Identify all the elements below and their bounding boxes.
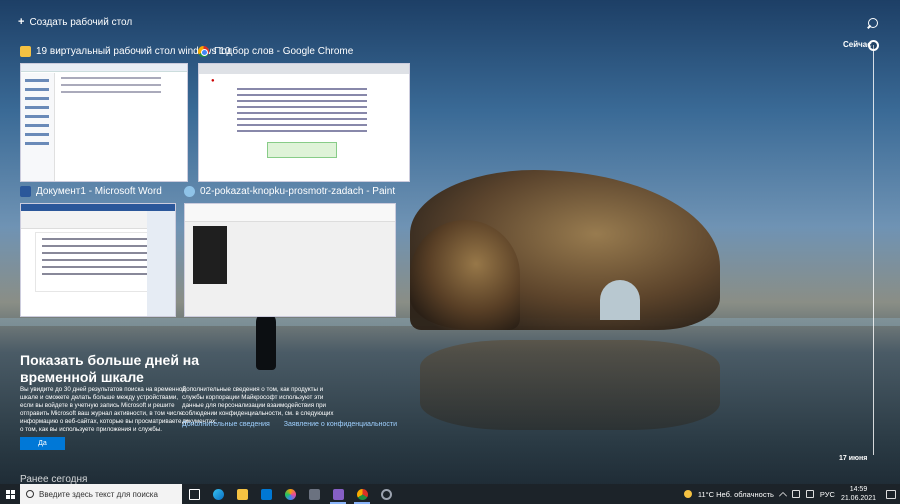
more-info-link[interactable]: Дополнительные сведения xyxy=(182,421,270,428)
window-thumbnail-chrome[interactable]: Подбор слов - Google Chrome ● xyxy=(198,44,410,182)
window-title: Подбор слов - Google Chrome xyxy=(214,45,354,57)
wallpaper-reflection xyxy=(420,340,720,430)
wallpaper-rock-small xyxy=(410,220,520,330)
clock[interactable]: 14:59 21.06.2021 xyxy=(841,485,876,503)
promo-text: Вы увидите до 30 дней результатов поиска… xyxy=(20,386,189,434)
windows-logo-icon xyxy=(5,489,15,499)
file-explorer-icon[interactable] xyxy=(230,484,254,504)
window-preview: ● xyxy=(198,63,410,182)
weather-text[interactable]: 11°C Неб. облачность xyxy=(698,490,774,499)
window-title: 02-pokazat-knopku-prosmotr-zadach - Pain… xyxy=(200,185,396,197)
privacy-link[interactable]: Заявление о конфиденциальности xyxy=(284,421,397,428)
yes-button[interactable]: Да xyxy=(20,437,65,450)
volume-icon[interactable] xyxy=(805,490,814,498)
promo-links: Дополнительные сведения Заявление о конф… xyxy=(182,421,397,428)
new-desktop-button[interactable]: + Создать рабочий стол xyxy=(18,16,132,28)
promo-title: Показать больше дней на временной шкале xyxy=(20,352,200,385)
edge-icon[interactable] xyxy=(206,484,230,504)
window-preview xyxy=(184,203,396,317)
window-preview xyxy=(20,63,188,182)
window-thumbnail-word[interactable]: Документ1 - Microsoft Word xyxy=(20,184,176,317)
folder-icon xyxy=(20,45,31,57)
timeline-scrollbar[interactable] xyxy=(873,45,874,455)
site-logo-icon: ● xyxy=(211,78,215,84)
task-view-icon[interactable] xyxy=(182,484,206,504)
paint-icon xyxy=(184,185,195,197)
clock-time: 14:59 xyxy=(849,486,868,493)
timeline-scroll-handle[interactable] xyxy=(868,40,879,51)
new-desktop-label: Создать рабочий стол xyxy=(29,16,133,28)
weather-icon[interactable] xyxy=(683,490,692,498)
search-input[interactable] xyxy=(39,489,179,499)
visual-studio-icon[interactable] xyxy=(326,484,350,504)
window-thumbnail-paint[interactable]: 02-pokazat-knopku-prosmotr-zadach - Pain… xyxy=(184,184,396,317)
chrome-icon xyxy=(198,45,209,57)
window-title: Документ1 - Microsoft Word xyxy=(36,185,162,197)
notification-icon[interactable] xyxy=(886,489,896,499)
wallpaper-runner xyxy=(256,302,276,370)
word-icon xyxy=(20,185,31,197)
start-button[interactable] xyxy=(0,484,20,504)
taskbar: 11°C Неб. облачность РУС 14:59 21.06.202… xyxy=(0,484,900,504)
clock-date: 21.06.2021 xyxy=(840,495,876,502)
timeline-date-label: 17 июня xyxy=(839,455,868,462)
settings-icon[interactable] xyxy=(374,484,398,504)
network-icon[interactable] xyxy=(791,490,800,498)
paint3d-icon[interactable] xyxy=(278,484,302,504)
window-preview xyxy=(20,203,176,317)
system-tray: 11°C Неб. облачность РУС 14:59 21.06.202… xyxy=(683,485,900,503)
taskbar-search[interactable] xyxy=(20,484,182,504)
wallpaper-arch xyxy=(600,280,640,320)
mail-icon[interactable] xyxy=(254,484,278,504)
language-indicator[interactable]: РУС xyxy=(820,490,835,499)
notepad-icon[interactable] xyxy=(302,484,326,504)
timeline-search-icon[interactable] xyxy=(866,18,878,30)
chevron-up-icon[interactable] xyxy=(778,491,788,500)
plus-icon: + xyxy=(18,16,25,28)
pinned-apps xyxy=(182,484,398,504)
search-icon xyxy=(26,490,34,498)
chrome-icon[interactable] xyxy=(350,484,374,504)
